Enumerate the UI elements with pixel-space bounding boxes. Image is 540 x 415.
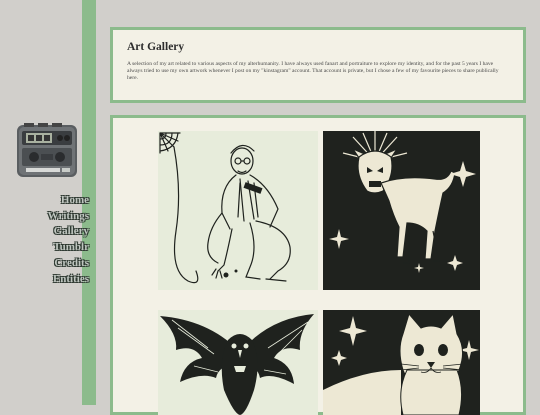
gallery-description: A selection of my art related to various… (127, 61, 499, 81)
artwork-goat-starburst[interactable] (323, 131, 480, 290)
artwork-cat-sparkles[interactable] (323, 310, 480, 415)
gallery-intro-panel: Art Gallery A selection of my art relate… (110, 27, 526, 103)
nav-link-credits[interactable]: Credits (0, 256, 89, 272)
nav-link-gallery[interactable]: Gallery (0, 224, 89, 240)
nav-link-entities[interactable]: Entities (0, 272, 89, 288)
artwork-crouching-man[interactable] (158, 131, 318, 290)
nav-link-tumblr[interactable]: Tumblr (0, 240, 89, 256)
artwork-winged-raven[interactable] (158, 310, 318, 415)
page-title: Art Gallery (127, 41, 185, 53)
nav-link-home[interactable]: Home (0, 193, 89, 209)
nav-link-writings[interactable]: Writings (0, 209, 89, 225)
gallery-panel (110, 115, 526, 415)
walkman-image (16, 122, 78, 179)
main-navigation: Home Writings Gallery Tumblr Credits Ent… (0, 193, 89, 287)
